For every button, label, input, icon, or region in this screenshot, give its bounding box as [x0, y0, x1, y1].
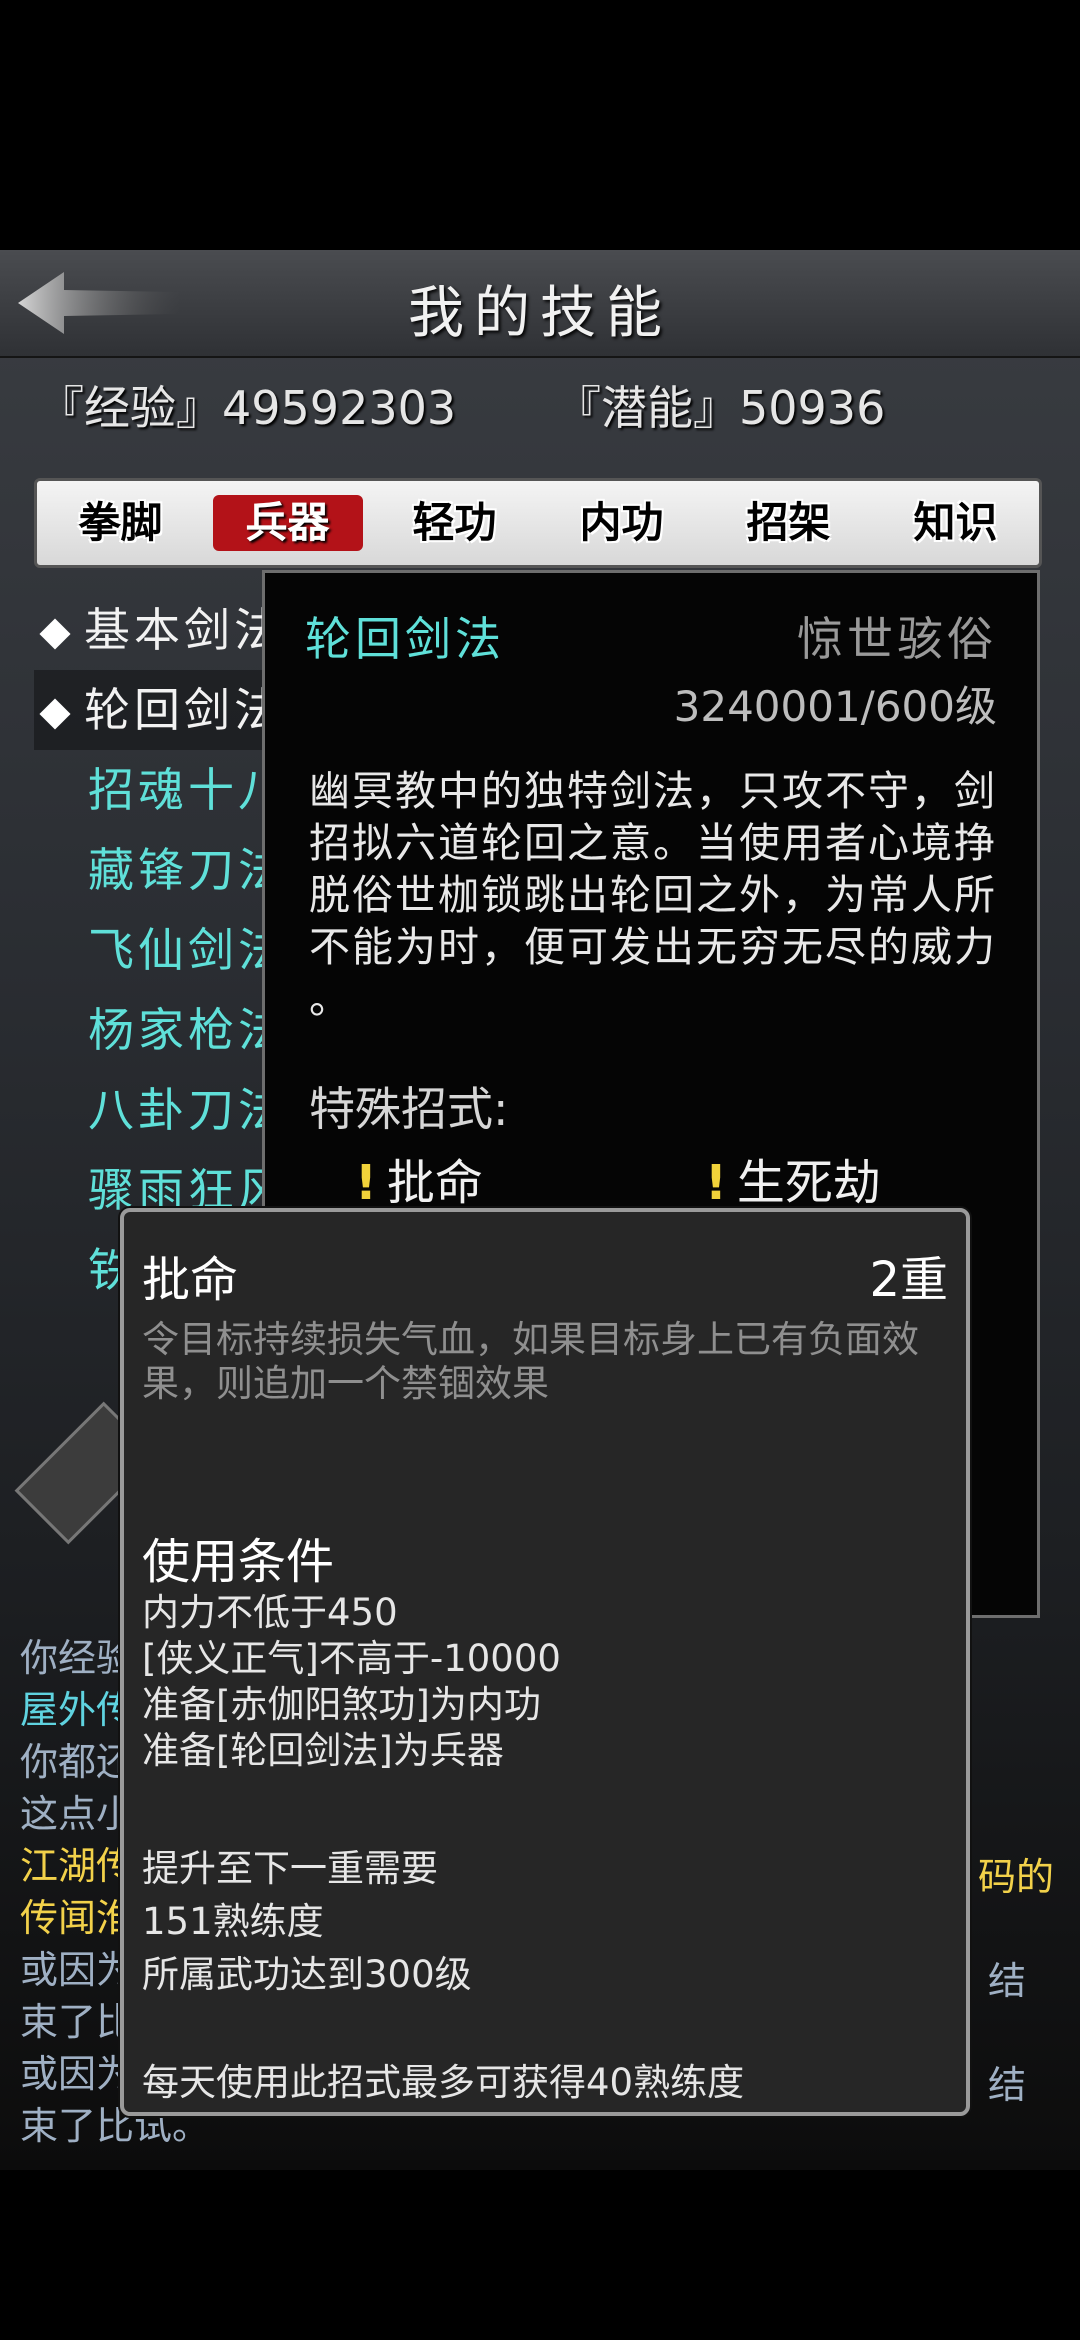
log-fragment: 结	[988, 2063, 1027, 2107]
upgrade-line: 提升至下一重需要	[142, 1847, 438, 1890]
diamond-bullet-icon	[39, 698, 71, 730]
potential-stat: 『潜能』50936	[555, 381, 886, 435]
move-level: 2重	[869, 1252, 948, 1308]
desc-line: 招拟六道轮回之意。当使用者心境挣	[309, 819, 997, 867]
conditions-title: 使用条件	[142, 1534, 335, 1590]
condition-item: 准备[轮回剑法]为兵器	[142, 1729, 504, 1772]
desc-line: 幽冥教中的独特剑法，只攻不守，剑	[309, 767, 997, 815]
special-move[interactable]: ! 批命	[355, 1143, 483, 1213]
move-name: 批命	[142, 1252, 239, 1308]
upgrade-line: 151熟练度	[142, 1900, 324, 1943]
desc-line: 令目标持续损失气血，如果目标身上已有负面效	[142, 1318, 919, 1361]
tab-weapon[interactable]: 兵器	[212, 495, 363, 551]
experience-stat: 『经验』49592303	[38, 381, 457, 435]
exclamation-icon: !	[705, 1155, 727, 1211]
skill-rank: 惊世骇俗	[797, 612, 997, 666]
log-fragment: 码的	[978, 1855, 1055, 1899]
conditions-list: 内力不低于450 [侠义正气]不高于-10000 准备[赤伽阳煞功]为内功 准备…	[142, 1590, 561, 1774]
exclamation-icon: !	[355, 1155, 377, 1211]
tab-fist[interactable]: 拳脚	[46, 495, 196, 551]
condition-item: 内力不低于450	[142, 1591, 398, 1634]
move-name: 批命	[386, 1155, 483, 1211]
move-name: 生死劫	[736, 1155, 881, 1211]
upgrade-line: 所属武功达到300级	[142, 1953, 472, 1996]
desc-line: 不能为时，便可发出无穷无尽的威力	[309, 923, 997, 971]
desc-line: 果，则追加一个禁锢效果	[142, 1362, 549, 1405]
log-fragment: 结	[988, 1959, 1027, 2003]
page-title: 我的技能	[408, 281, 672, 346]
skill-label: 轮回剑法	[84, 683, 284, 737]
upgrade-requirements: 提升至下一重需要 151熟练度 所属武功达到300级	[142, 1842, 472, 2001]
move-tooltip: 批命 2重 令目标持续损失气血，如果目标身上已有负面效 果，则追加一个禁锢效果 …	[120, 1208, 970, 2116]
special-move[interactable]: ! 生死劫	[705, 1143, 881, 1213]
condition-item: 准备[赤伽阳煞功]为内功	[142, 1683, 541, 1726]
special-moves-label: 特殊招式:	[309, 1082, 509, 1136]
tab-inner-power[interactable]: 内功	[547, 495, 697, 551]
desc-line: 。	[309, 975, 352, 1023]
tab-knowledge[interactable]: 知识	[881, 495, 1031, 551]
skill-label: 基本剑法	[84, 603, 284, 657]
skill-description: 幽冥教中的独特剑法，只攻不守，剑 招拟六道轮回之意。当使用者心境挣 脱俗世枷锁跳…	[309, 765, 999, 1025]
skill-name: 轮回剑法	[305, 612, 505, 666]
daily-limit: 每天使用此招式最多可获得40熟练度	[142, 2061, 745, 2104]
desc-line: 脱俗世枷锁跳出轮回之外，为常人所	[309, 871, 997, 919]
move-description: 令目标持续损失气血，如果目标身上已有负面效 果，则追加一个禁锢效果	[142, 1318, 942, 1406]
tab-lightness[interactable]: 轻功	[380, 495, 530, 551]
skill-level: 3240001/600级	[673, 682, 997, 731]
tab-parry[interactable]: 招架	[714, 495, 864, 551]
diamond-bullet-icon	[39, 618, 71, 650]
skill-category-tabs: 拳脚 兵器 轻功 内功 招架 知识	[34, 478, 1042, 568]
condition-item: [侠义正气]不高于-10000	[142, 1637, 561, 1680]
